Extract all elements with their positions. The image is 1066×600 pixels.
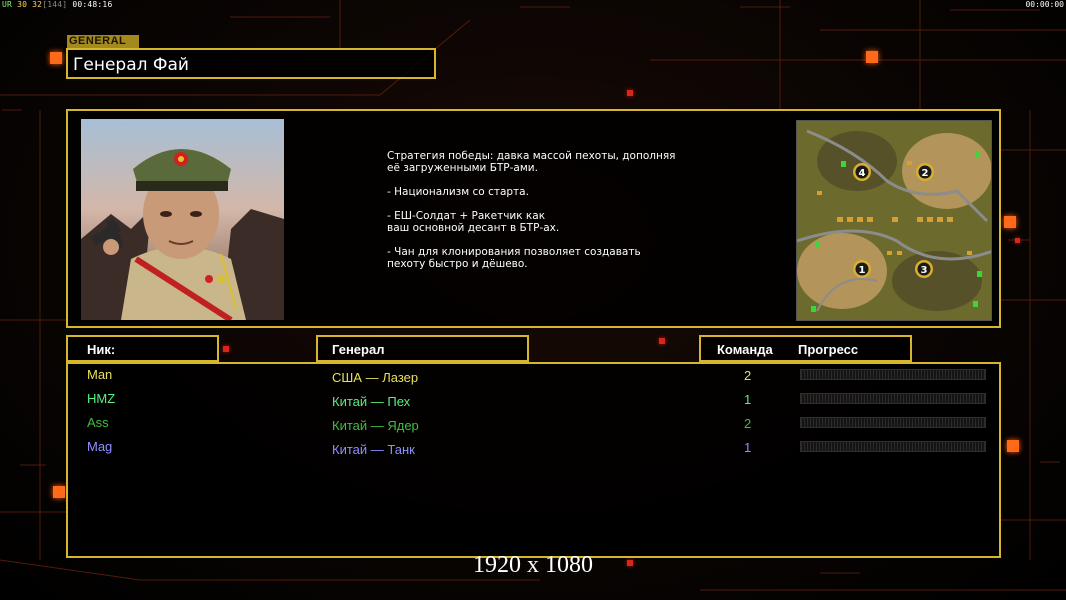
column-header-general-label: Генерал xyxy=(332,342,385,357)
hud-clock-left: 00:48:16 xyxy=(72,0,113,9)
table-row[interactable]: Man США — Лазер 2 xyxy=(68,366,999,388)
general-portrait xyxy=(81,119,284,320)
minimap-preview[interactable]: 4 2 1 3 xyxy=(796,120,992,321)
player-team: 2 xyxy=(744,368,752,383)
player-general: США — Лазер xyxy=(332,370,419,385)
players-table: Man США — Лазер 2 HMZ Китай — Пех 1 Ass … xyxy=(66,362,1001,558)
hud-stat-c: 32 xyxy=(32,0,43,9)
player-progress-bar xyxy=(800,369,986,380)
glow-square xyxy=(1004,216,1016,228)
glow-square xyxy=(1007,440,1019,452)
hud-stat-a: UR xyxy=(2,0,13,9)
player-nick: HMZ xyxy=(87,391,116,406)
general-tag: GENERAL xyxy=(67,35,139,48)
table-row[interactable]: Mag Китай — Танк 1 xyxy=(68,438,999,460)
red-dot xyxy=(1015,238,1020,243)
hud-clock-right: 00:00:00 xyxy=(1025,0,1064,9)
table-row[interactable]: Ass Китай — Ядер 2 xyxy=(68,414,999,436)
player-nick: Mag xyxy=(87,439,113,454)
player-team: 1 xyxy=(744,440,752,455)
hud-stat-b: 30 xyxy=(17,0,28,9)
column-header-team-progress: Команда Прогресс xyxy=(699,335,912,362)
red-dot xyxy=(223,346,229,352)
red-dot xyxy=(659,338,665,344)
column-header-nick-label: Ник: xyxy=(87,342,116,357)
column-header-team-label: Команда xyxy=(717,342,773,357)
general-info-panel: Стратегия победы: давка массой пехоты, д… xyxy=(66,109,1001,328)
player-nick: Ass xyxy=(87,415,109,430)
player-team: 2 xyxy=(744,416,752,431)
hud-stats: UR 30 32[144] 00:48:16 xyxy=(2,0,112,9)
red-dot xyxy=(627,90,633,96)
player-general: Китай — Пех xyxy=(332,394,411,409)
hud-stat-d: [144] xyxy=(42,0,68,9)
resolution-label: 1920 x 1080 xyxy=(473,552,593,578)
player-progress-bar xyxy=(800,393,986,404)
minimap-slot-label: 1 xyxy=(859,265,866,276)
column-header-general: Генерал xyxy=(316,335,529,362)
column-header-nick: Ник: xyxy=(66,335,219,362)
player-progress-bar xyxy=(800,441,986,452)
minimap-slot-label: 3 xyxy=(921,265,928,276)
player-general: Китай — Ядер xyxy=(332,418,419,433)
column-header-progress-label: Прогресс xyxy=(798,342,859,357)
glow-square xyxy=(866,51,878,63)
player-general: Китай — Танк xyxy=(332,442,415,457)
glow-square xyxy=(50,52,62,64)
general-name: Генерал Фай xyxy=(73,55,189,75)
minimap-slot-label: 2 xyxy=(922,168,929,179)
glow-square xyxy=(53,486,65,498)
minimap-slot-label: 4 xyxy=(859,168,866,179)
table-row[interactable]: HMZ Китай — Пех 1 xyxy=(68,390,999,412)
player-progress-bar xyxy=(800,417,986,428)
general-description: Стратегия победы: давка массой пехоты, д… xyxy=(387,150,676,270)
player-nick: Man xyxy=(87,367,113,382)
general-title-box: Генерал Фай xyxy=(66,48,436,79)
player-team: 1 xyxy=(744,392,752,407)
